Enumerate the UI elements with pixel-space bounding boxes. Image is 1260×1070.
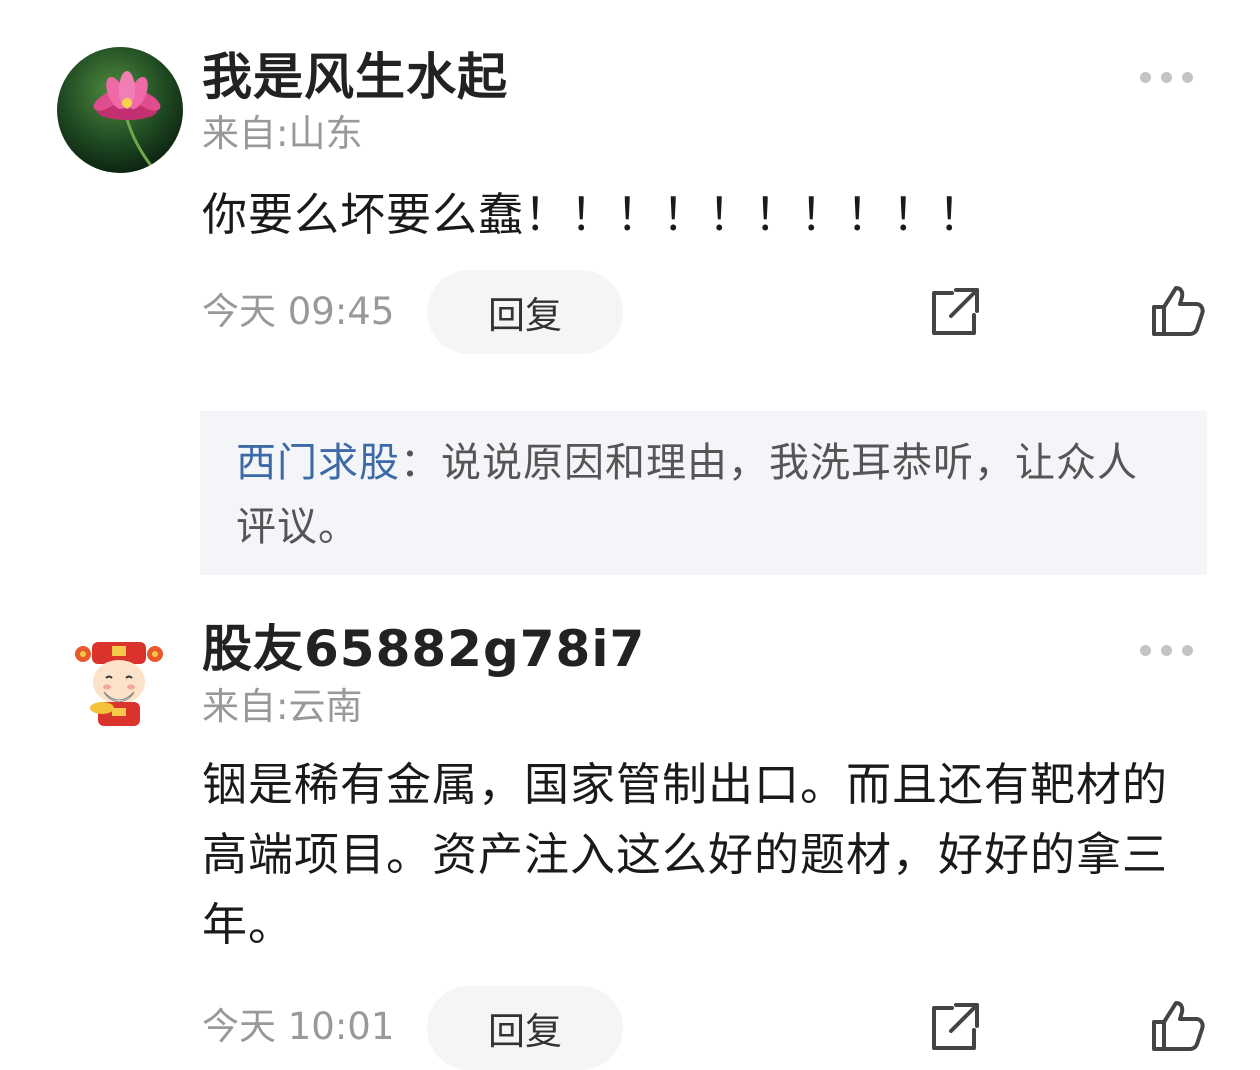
username[interactable]: 股友65882g78i7 [202,624,645,674]
more-dots-icon[interactable] [1140,643,1196,657]
location-label: 来自:云南 [202,685,363,728]
reply-button[interactable]: 回复 [427,986,623,1070]
user-avatar[interactable] [57,47,183,173]
sub-reply-box[interactable]: 西门求股：说说原因和理由，我洗耳恭听，让众人评议。 [200,411,1207,575]
god-of-wealth-avatar-icon [74,638,164,728]
reply-button[interactable]: 回复 [427,270,623,354]
sub-reply-author[interactable]: 西门求股 [236,440,400,486]
user-avatar[interactable] [74,638,164,728]
username[interactable]: 我是风生水起 [202,52,508,102]
comment-timestamp: 今天 09:45 [202,290,395,333]
comment-item: 股友65882g78i7 来自:云南 铟是稀有金属，国家管制出口。而且还有靶材的… [0,600,1260,1070]
comment-content: 铟是稀有金属，国家管制出口。而且还有靶材的高端项目。资产注入这么好的题材，好好的… [202,758,1169,951]
more-dots-icon[interactable] [1140,70,1196,84]
thumbs-up-icon[interactable] [1150,283,1206,339]
share-icon[interactable] [926,1000,982,1056]
comment-timestamp: 今天 10:01 [202,1005,395,1048]
comment-item: 我是风生水起 来自:山东 你要么坏要么蠢！！！！！！！！！！ 今天 09:45 … [0,0,1260,600]
location-label: 来自:山东 [202,112,363,155]
sub-reply-text: 西门求股：说说原因和理由，我洗耳恭听，让众人评议。 [236,431,1176,559]
sub-reply-separator: ： [400,440,441,486]
share-icon[interactable] [926,285,982,341]
comment-content: 你要么坏要么蠢！！！！！！！！！！ [202,188,985,241]
lotus-avatar-icon [57,47,183,173]
thumbs-up-icon[interactable] [1150,998,1206,1054]
